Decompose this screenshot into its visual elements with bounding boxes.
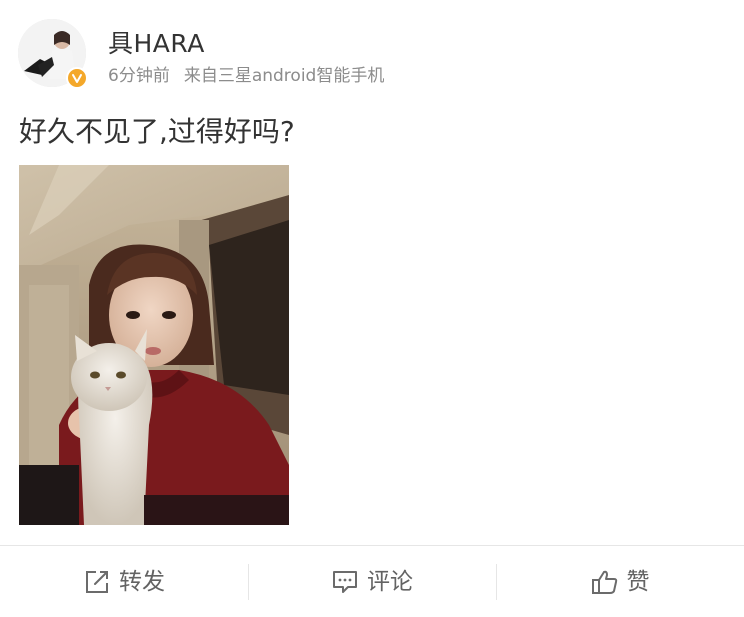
avatar-container[interactable] <box>18 19 90 91</box>
speech-bubble-icon <box>331 568 359 596</box>
like-label: 赞 <box>626 568 650 595</box>
post-text: 好久不见了,过得好吗? <box>19 115 295 148</box>
comment-button[interactable]: 评论 <box>248 546 496 617</box>
verified-check-icon <box>66 67 88 89</box>
like-button[interactable]: 赞 <box>496 546 744 617</box>
post-photo[interactable] <box>19 165 289 525</box>
repost-label: 转发 <box>119 568 165 595</box>
action-bar: 转发 评论 赞 <box>0 546 744 617</box>
comment-label: 评论 <box>367 568 413 595</box>
weibo-post: 具HARA 6分钟前 来自三星android智能手机 好久不见了,过得好吗? <box>0 0 744 545</box>
thumbs-up-icon <box>591 568 619 596</box>
post-time: 6分钟前 <box>108 66 170 86</box>
username[interactable]: 具HARA <box>108 28 205 60</box>
post-source: 来自三星android智能手机 <box>183 66 385 86</box>
post-meta: 6分钟前 来自三星android智能手机 <box>108 64 384 88</box>
share-arrow-icon <box>83 568 111 596</box>
repost-button[interactable]: 转发 <box>0 546 248 617</box>
